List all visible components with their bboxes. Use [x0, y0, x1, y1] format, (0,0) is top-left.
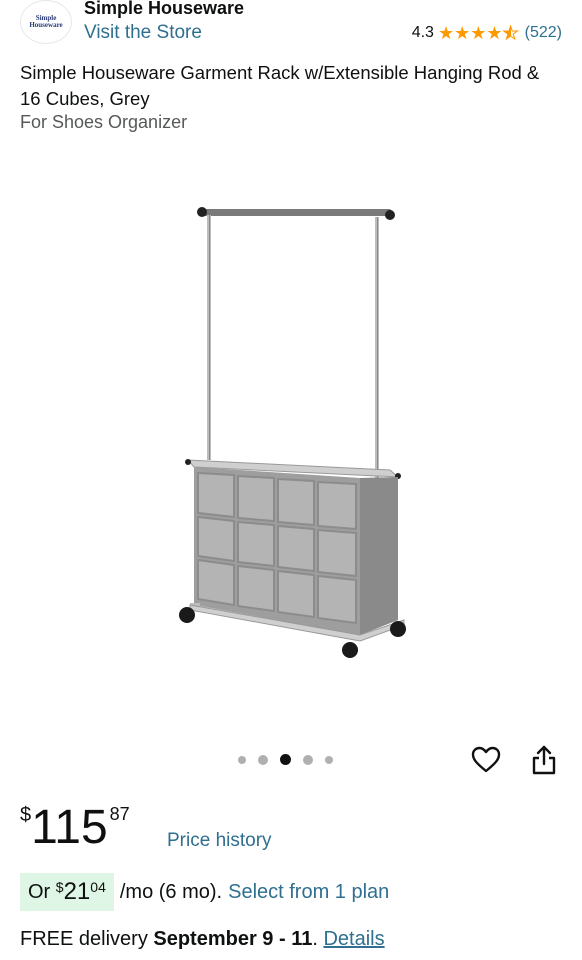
delivery-details-link[interactable]: Details: [323, 928, 384, 950]
delivery-prefix: FREE delivery: [20, 928, 148, 950]
delivery-dates: September 9 - 11: [153, 928, 313, 950]
rating-count: (522): [524, 24, 562, 41]
image-carousel-dots[interactable]: [238, 754, 333, 765]
carousel-dot[interactable]: [258, 754, 268, 765]
monthly-payment: Or $ 21 04 /mo (6 mo). Select from 1 pla…: [20, 873, 389, 911]
delivery-info: FREE delivery September 9 - 11. Details: [20, 928, 385, 951]
half-star-icon: ★: [502, 24, 519, 43]
monthly-fraction: 04: [90, 879, 106, 895]
share-icon: [532, 745, 556, 775]
brand-name: Simple Houseware: [84, 0, 245, 18]
brand-logo-text-2: Houseware: [29, 21, 63, 29]
star-icon: ★: [437, 23, 455, 43]
price: $ 115 87: [20, 800, 130, 856]
star-icon: ★: [454, 23, 471, 43]
monthly-whole: 21: [63, 878, 91, 905]
monthly-term: /mo (6 mo).: [119, 880, 223, 903]
star-icon: ★: [486, 23, 503, 43]
carousel-dot-active[interactable]: [280, 754, 291, 765]
monthly-price-highlight: Or $ 21 04: [20, 873, 114, 911]
star-rating: ★ ★ ★ ★ ★: [437, 23, 519, 43]
delivery-separator: .: [312, 928, 318, 950]
carousel-dot[interactable]: [238, 755, 246, 764]
share-button[interactable]: [529, 744, 559, 776]
carousel-dot[interactable]: [325, 755, 333, 764]
brand-header: Simple Houseware Simple Houseware Visit …: [0, 0, 582, 50]
product-subtitle: For Shoes Organizer: [20, 112, 188, 132]
rating-value: 4.3: [411, 24, 434, 41]
wishlist-button[interactable]: [470, 744, 502, 776]
price-currency: $: [20, 804, 32, 826]
price-history-link[interactable]: Price history: [167, 830, 272, 852]
carousel-dot[interactable]: [303, 754, 313, 765]
monthly-currency: $: [55, 879, 64, 895]
visit-store-link[interactable]: Visit the Store: [84, 22, 202, 44]
product-title: Simple Houseware Garment Rack w/Extensib…: [20, 62, 540, 109]
heart-icon: [471, 746, 501, 773]
price-whole: 115: [31, 801, 108, 854]
select-plan-link[interactable]: Select from 1 plan: [228, 881, 389, 904]
garment-rack-image: [179, 207, 406, 658]
star-icon: ★: [470, 23, 487, 43]
monthly-prefix: Or: [28, 880, 51, 903]
rating-summary[interactable]: 4.3 ★ ★ ★ ★ ★ (522): [411, 23, 562, 43]
brand-logo[interactable]: Simple Houseware: [20, 0, 72, 44]
price-fraction: 87: [109, 804, 130, 824]
product-image[interactable]: [160, 195, 420, 665]
